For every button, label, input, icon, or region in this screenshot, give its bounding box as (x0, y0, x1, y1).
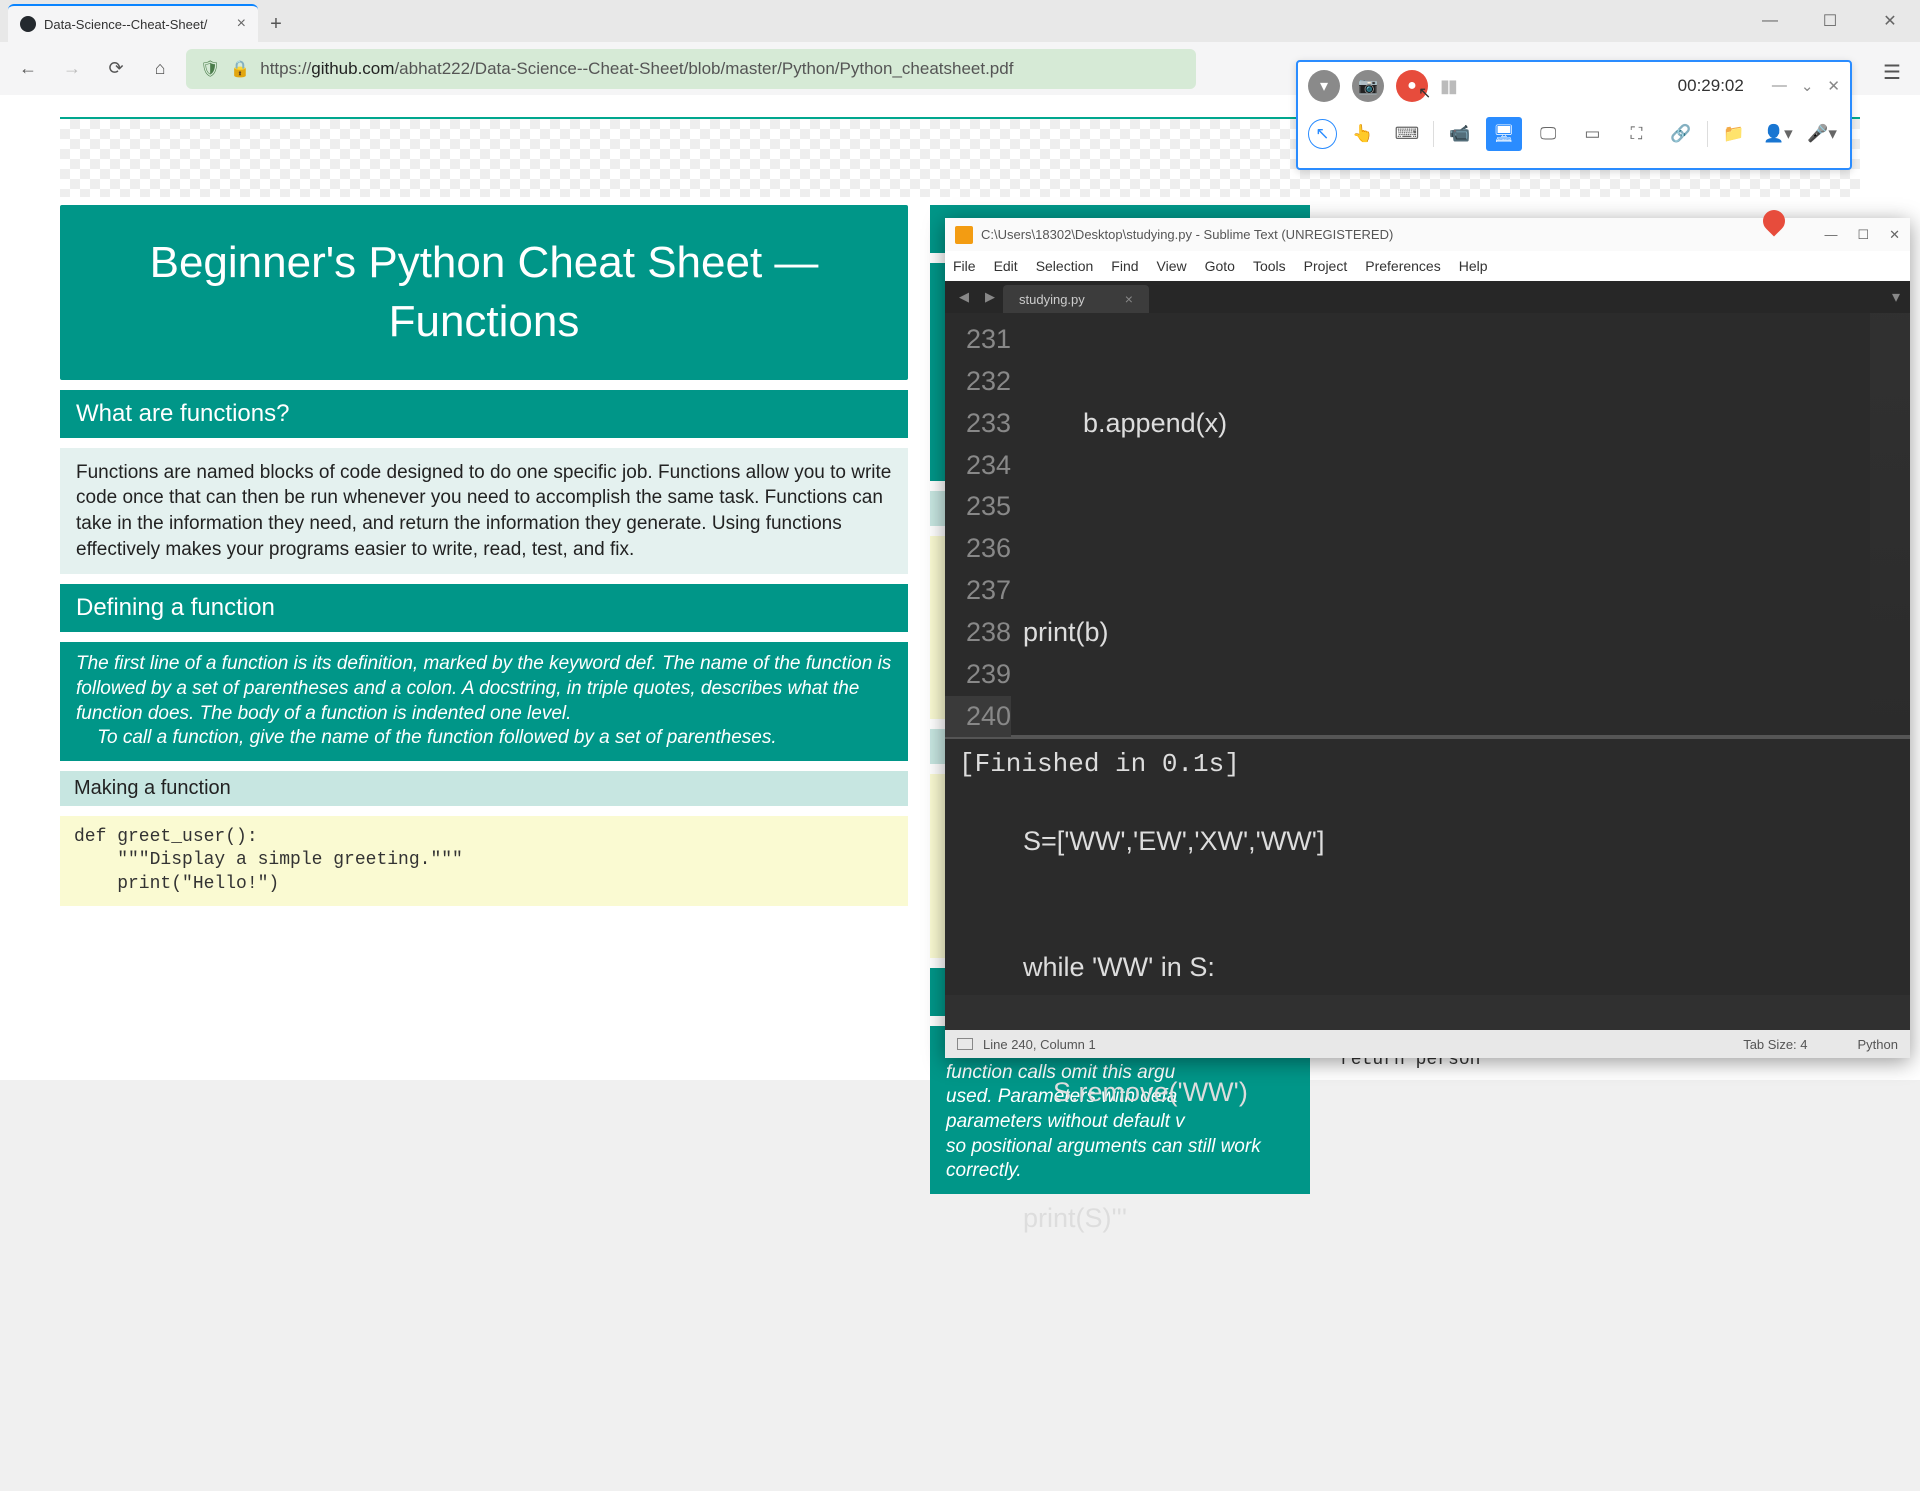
cursor-tool[interactable]: ↖ (1308, 119, 1337, 149)
status-position[interactable]: Line 240, Column 1 (983, 1037, 1096, 1052)
minimize-icon[interactable]: — (1740, 0, 1800, 42)
url-bar[interactable]: 🛡 🔒 https://github.com/abhat222/Data-Sci… (186, 49, 1196, 89)
shield-icon: 🛡 (200, 59, 220, 79)
sublime-tabs: ◀ ▶ studying.py × ▾ (945, 281, 1910, 313)
pause-button[interactable]: ▮▮ (1440, 76, 1456, 97)
forward-button[interactable]: → (54, 51, 90, 87)
code-block: def greet_user(): """Display a simple gr… (60, 816, 908, 906)
menu-help[interactable]: Help (1459, 258, 1488, 274)
chevron-down-icon[interactable]: ▾ (1882, 287, 1910, 307)
close-window-icon[interactable]: ✕ (1860, 0, 1920, 42)
keyboard-tool[interactable]: ⌨ (1389, 117, 1425, 151)
recorder-row-1: ▾ 📷 ● ▮▮ 00:29:02 — ⌄ ✕ (1298, 62, 1850, 110)
recorder-toolbar: ↖ 👆 ⌨ 📹 🖥 🖵 ▭ ⛶ 🔗 📁 👤▾ 🎤▾ (1298, 110, 1850, 158)
recorder-end: — ⌄ ✕ (1772, 77, 1840, 95)
window-controls: — ☐ ✕ (1740, 0, 1920, 42)
menu-button[interactable]: ☰ (1872, 52, 1912, 92)
recorder-time: 00:29:02 (1678, 76, 1744, 96)
section-note: The first line of a function is its defi… (60, 642, 908, 761)
link-icon[interactable]: 🔗 (1663, 117, 1699, 151)
pdf-title: Beginner's Python Cheat Sheet — Function… (60, 205, 908, 380)
screen-icon[interactable]: 🖥 (1486, 117, 1522, 151)
tab-bar: Data-Science--Cheat-Sheet/ × + (0, 0, 1920, 42)
section-head: Defining a function (60, 584, 908, 632)
tab-label: studying.py (1019, 292, 1085, 307)
menu-tools[interactable]: Tools (1253, 258, 1286, 274)
close-tab-icon[interactable]: × (237, 15, 246, 33)
minimize-icon[interactable]: — (1824, 227, 1837, 243)
fullscreen-icon[interactable]: ⛶ (1618, 117, 1654, 151)
maximize-icon[interactable]: ☐ (1857, 227, 1869, 243)
minimap[interactable] (1870, 313, 1910, 735)
sublime-window: C:\Users\18302\Desktop\studying.py - Sub… (945, 218, 1910, 1058)
github-icon (20, 16, 36, 32)
menu-view[interactable]: View (1157, 258, 1187, 274)
section-head: What are functions? (60, 390, 908, 438)
home-button[interactable]: ⌂ (142, 51, 178, 87)
pdf-col-left: Beginner's Python Cheat Sheet — Function… (60, 205, 908, 1194)
editor-area[interactable]: 231 232 233 234 235 236 237 238 239 240 … (945, 313, 1910, 735)
status-tabsize[interactable]: Tab Size: 4 (1743, 1037, 1807, 1052)
line-gutter: 231 232 233 234 235 236 237 238 239 240 (945, 313, 1023, 735)
close-icon[interactable]: ✕ (1827, 77, 1840, 95)
folder-icon[interactable]: 📁 (1716, 117, 1752, 151)
menu-edit[interactable]: Edit (994, 258, 1018, 274)
close-icon[interactable]: ✕ (1889, 227, 1900, 243)
menu-project[interactable]: Project (1304, 258, 1348, 274)
close-tab-icon[interactable]: × (1125, 291, 1133, 307)
menu-selection[interactable]: Selection (1036, 258, 1094, 274)
divider (1707, 121, 1708, 147)
screen-recorder: ▾ 📷 ● ▮▮ 00:29:02 — ⌄ ✕ ↖ 👆 ⌨ 📹 🖥 🖵 ▭ ⛶ … (1296, 60, 1852, 170)
url-text: https://github.com/abhat222/Data-Science… (260, 59, 1013, 79)
menu-goto[interactable]: Goto (1205, 258, 1235, 274)
sublime-icon (955, 226, 973, 244)
camera-icon[interactable]: 📷 (1352, 70, 1384, 102)
menu-file[interactable]: File (953, 258, 976, 274)
window-icon[interactable]: ▭ (1574, 117, 1610, 151)
divider (1433, 121, 1434, 147)
tab-nav-back[interactable]: ◀ (951, 289, 977, 305)
editor-tab[interactable]: studying.py × (1003, 285, 1149, 313)
sublime-window-controls: — ☐ ✕ (1824, 227, 1900, 243)
pointer-tool[interactable]: 👆 (1345, 117, 1381, 151)
mic-icon[interactable]: 🎤▾ (1804, 117, 1840, 151)
section-sub: Making a function (60, 771, 908, 806)
panel-icon[interactable] (957, 1038, 973, 1050)
section-body: Functions are named blocks of code desig… (60, 448, 908, 575)
browser-tab[interactable]: Data-Science--Cheat-Sheet/ × (8, 4, 258, 42)
cursor-icon: ↖ (1418, 83, 1431, 103)
tab-title: Data-Science--Cheat-Sheet/ (44, 17, 207, 32)
lock-icon: 🔒 (230, 59, 250, 79)
menu-preferences[interactable]: Preferences (1365, 258, 1440, 274)
minimize-icon[interactable]: — (1772, 77, 1787, 95)
monitor-icon[interactable]: 🖵 (1530, 117, 1566, 151)
new-tab-button[interactable]: + (258, 6, 294, 42)
sublime-title: C:\Users\18302\Desktop\studying.py - Sub… (981, 227, 1393, 242)
person-icon[interactable]: 👤▾ (1760, 117, 1796, 151)
tab-nav-fwd[interactable]: ▶ (977, 289, 1003, 305)
dropdown-icon[interactable]: ▾ (1308, 70, 1340, 102)
status-language[interactable]: Python (1858, 1037, 1898, 1052)
code-content[interactable]: b.append(x) print(b) S=['WW','EW','XW','… (1023, 313, 1910, 735)
back-button[interactable]: ← (10, 51, 46, 87)
webcam-icon[interactable]: 📹 (1442, 117, 1478, 151)
reload-button[interactable]: ⟳ (98, 51, 134, 87)
menu-find[interactable]: Find (1111, 258, 1138, 274)
status-bar: Line 240, Column 1 Tab Size: 4 Python (945, 1030, 1910, 1058)
maximize-icon[interactable]: ☐ (1800, 0, 1860, 42)
sublime-menu: File Edit Selection Find View Goto Tools… (945, 251, 1910, 281)
chevron-down-icon[interactable]: ⌄ (1801, 77, 1814, 95)
